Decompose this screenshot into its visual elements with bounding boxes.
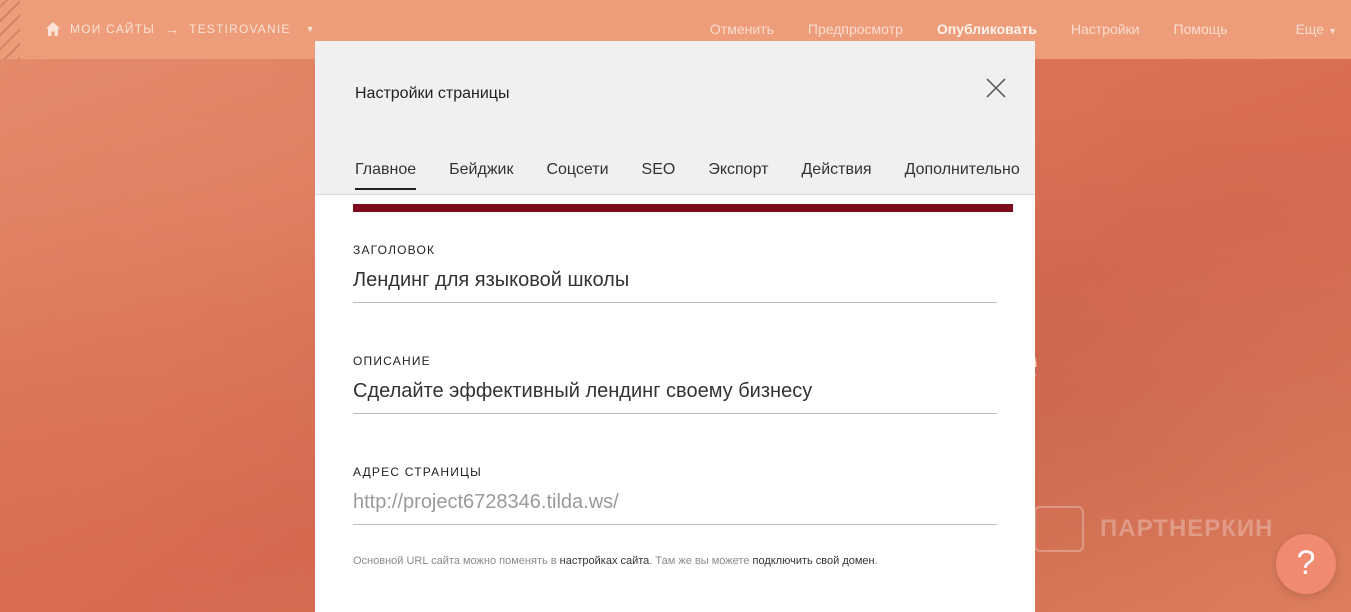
help-float-button[interactable]: ? [1276, 534, 1336, 594]
help-link[interactable]: Помощь [1174, 21, 1228, 37]
breadcrumb-my-sites[interactable]: Мои сайты [70, 22, 155, 36]
menu-handle[interactable] [0, 0, 20, 59]
title-field-group: Заголовок Лендинг для языковой школы [353, 243, 997, 303]
top-nav: Отменить Предпросмотр Опубликовать Настр… [676, 21, 1337, 37]
project-dropdown-caret-icon[interactable]: ▼ [306, 24, 316, 34]
tab-main[interactable]: Главное [355, 161, 417, 190]
url-field-group: Адрес страницы http://project6728346.til… [353, 465, 997, 525]
breadcrumb: Мои сайты → TESTIROVANIE ▼ [45, 21, 316, 37]
settings-button[interactable]: Настройки [1071, 21, 1140, 37]
title-input[interactable]: Лендинг для языковой школы [353, 269, 997, 303]
title-label: Заголовок [353, 243, 436, 257]
tab-export[interactable]: Экспорт [708, 161, 768, 189]
watermark-text: ПАРТНЕРКИН [1100, 515, 1274, 542]
note-text-3: . [874, 555, 878, 567]
url-label: Адрес страницы [353, 465, 482, 479]
url-input[interactable]: http://project6728346.tilda.ws/ [353, 491, 997, 525]
more-label: Еще [1295, 21, 1325, 37]
tab-badge[interactable]: Бейджик [449, 161, 513, 189]
url-help-note: Основной URL сайта можно поменять в наст… [353, 555, 878, 567]
tab-seo[interactable]: SEO [642, 161, 676, 189]
close-icon[interactable] [985, 77, 1007, 99]
description-field-group: Описание Сделайте эффективный лендинг св… [353, 354, 997, 414]
settings-tabs: Главное Бейджик Соцсети SEO Экспорт Дейс… [355, 161, 1053, 190]
more-menu[interactable]: Еще ▼ [1262, 21, 1337, 37]
connect-domain-link[interactable]: подключить свой домен [752, 555, 874, 567]
more-caret-icon: ▼ [1328, 26, 1337, 36]
tab-social[interactable]: Соцсети [546, 161, 608, 189]
tab-additional[interactable]: Дополнительно [905, 161, 1020, 189]
breadcrumb-project[interactable]: TESTIROVANIE [189, 22, 291, 36]
description-input[interactable]: Сделайте эффективный лендинг своему бизн… [353, 380, 997, 414]
note-text-1: Основной URL сайта можно поменять в [353, 555, 560, 567]
modal-header: Настройки страницы Главное Бейджик Соцсе… [315, 41, 1035, 195]
home-icon[interactable] [45, 21, 61, 37]
page-settings-modal: Настройки страницы Главное Бейджик Соцсе… [315, 41, 1035, 612]
modal-title: Настройки страницы [355, 85, 510, 102]
site-settings-link[interactable]: настройках сайта [560, 555, 650, 567]
tab-actions[interactable]: Действия [801, 161, 871, 189]
description-label: Описание [353, 354, 431, 368]
preview-button[interactable]: Предпросмотр [808, 21, 903, 37]
watermark-logo-icon [1034, 506, 1084, 552]
note-text-2: . Там же вы можете [649, 555, 753, 567]
breadcrumb-arrow: → [165, 21, 180, 37]
publish-button[interactable]: Опубликовать [937, 21, 1037, 37]
accent-bar [353, 204, 1013, 212]
watermark: ПАРТНЕРКИН [1034, 506, 1274, 552]
cancel-button[interactable]: Отменить [710, 21, 774, 37]
